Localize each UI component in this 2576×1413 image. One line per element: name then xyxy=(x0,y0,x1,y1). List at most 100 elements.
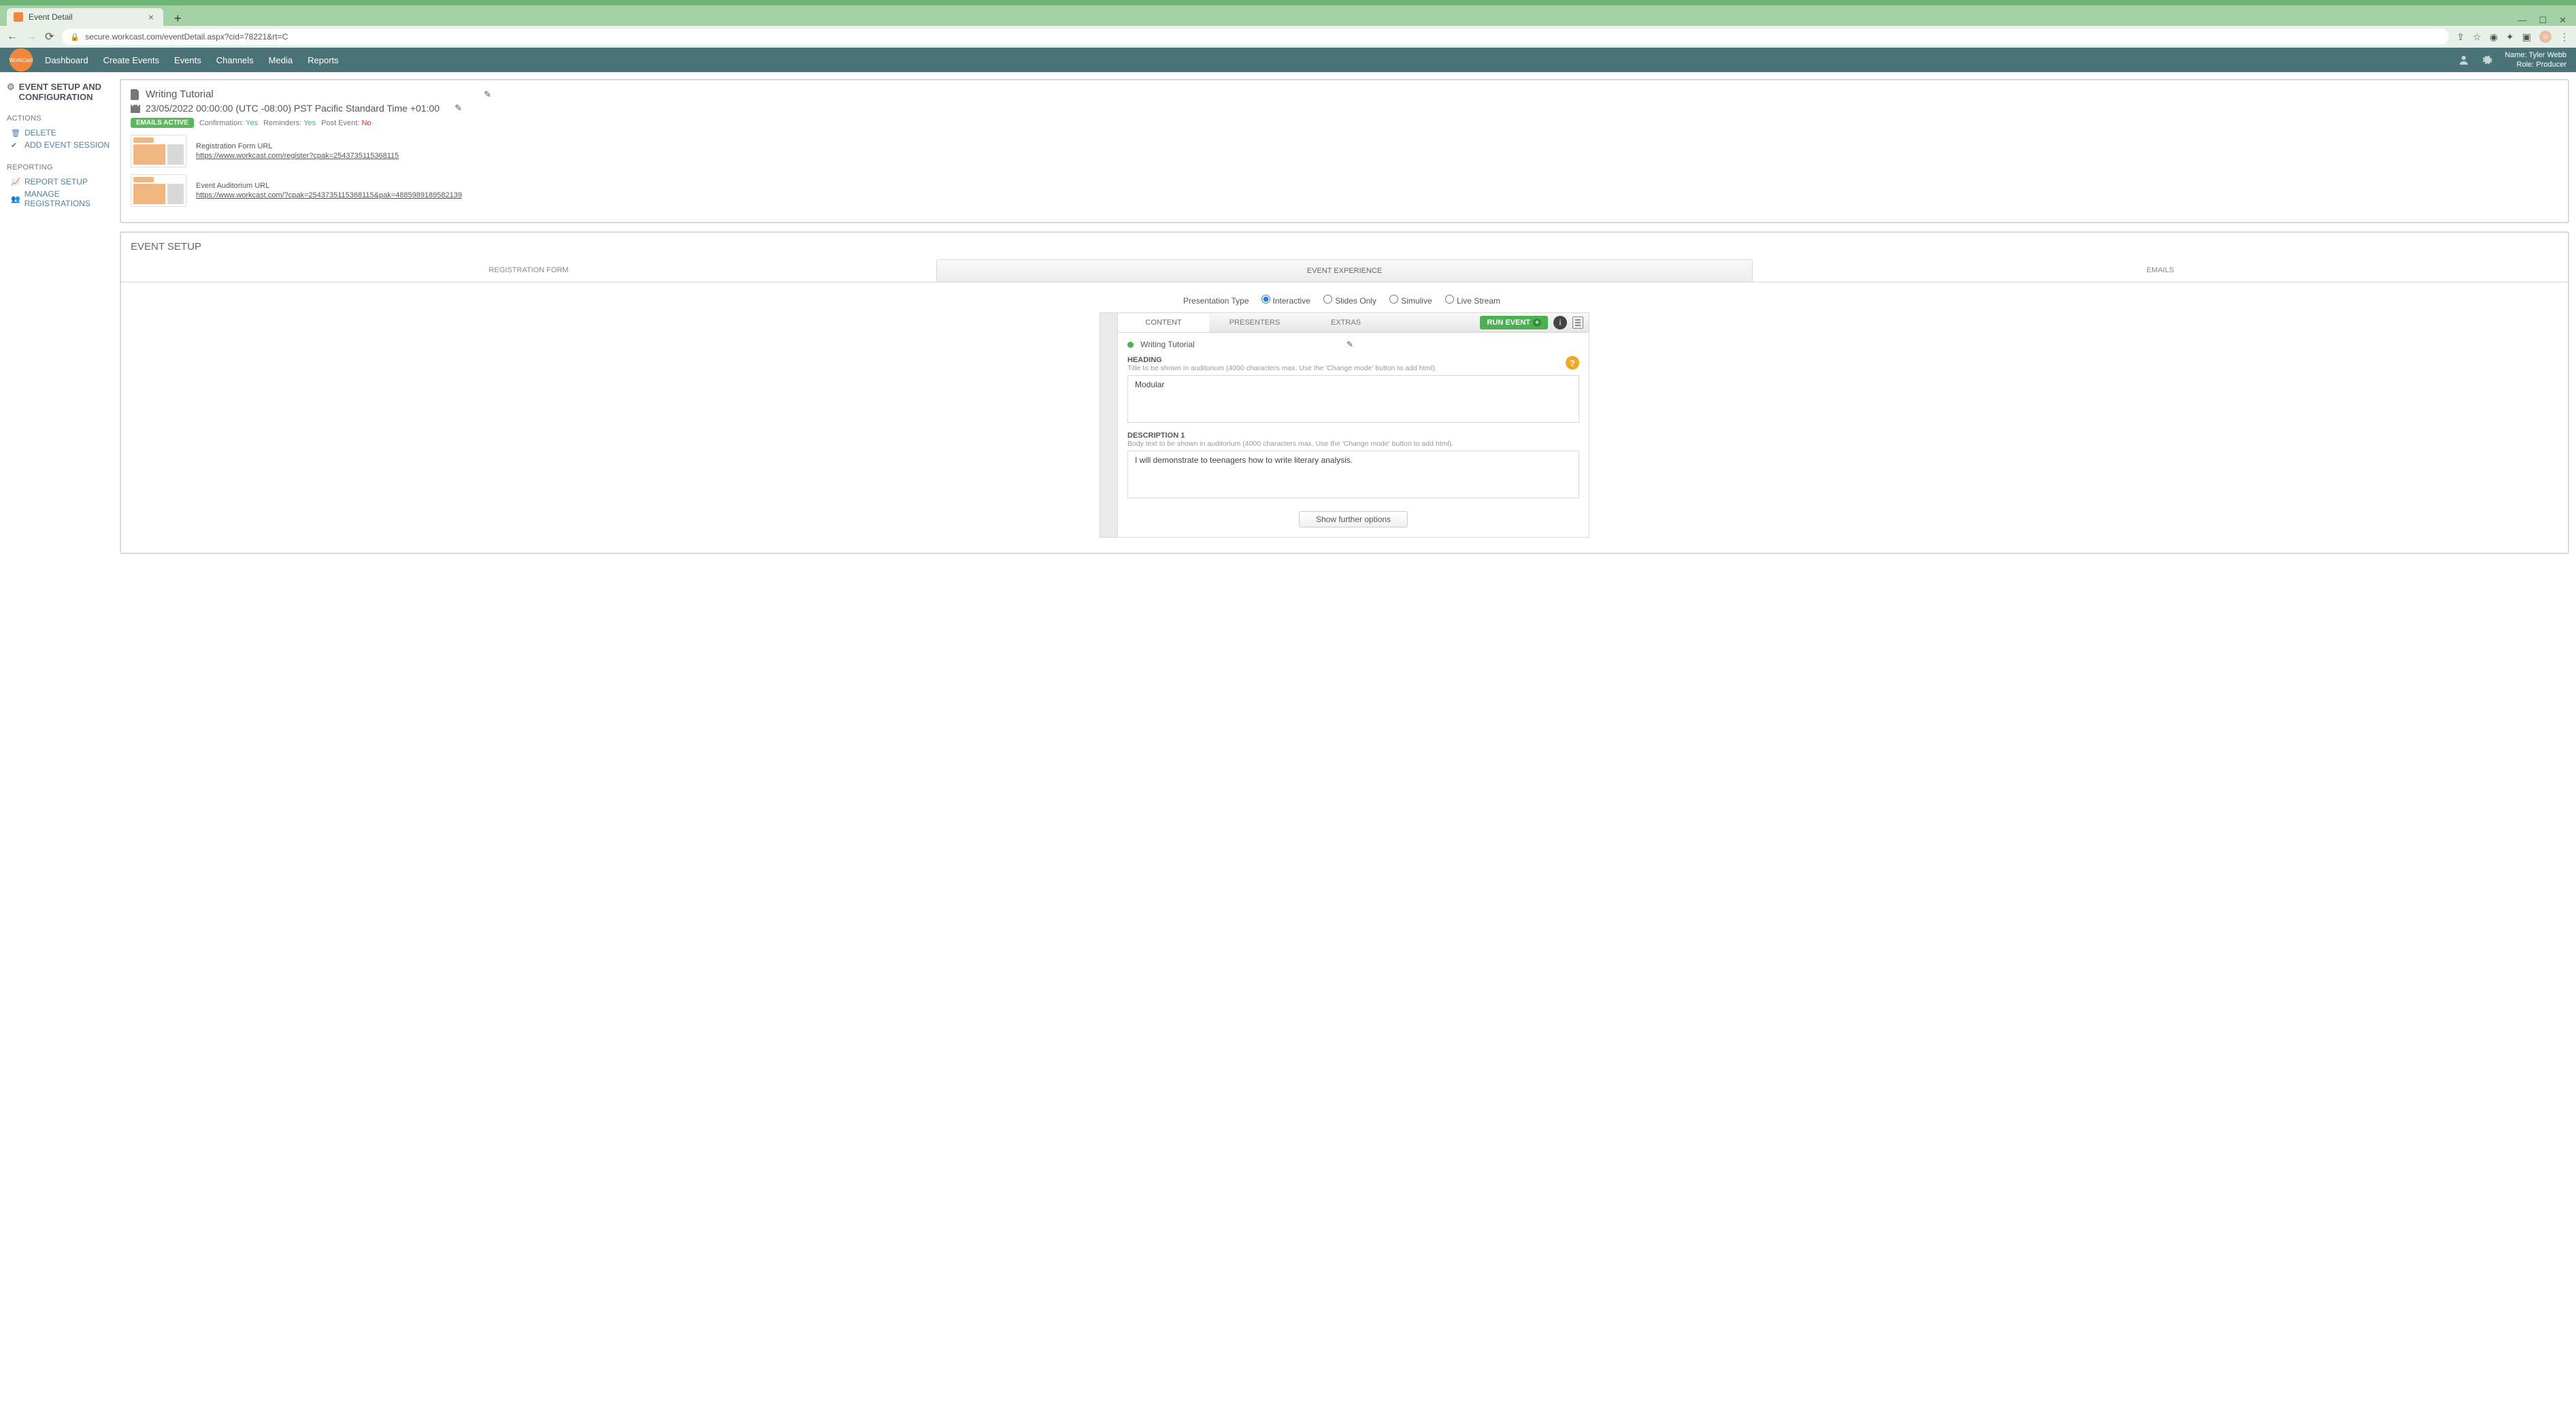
chart-icon: 📈 xyxy=(11,178,20,186)
edit-date-icon[interactable]: ✎ xyxy=(455,103,462,114)
sidebar-add-session[interactable]: ✔ ADD EVENT SESSION xyxy=(7,139,110,151)
sidebar-link-label: MANAGE REGISTRATIONS xyxy=(24,189,110,208)
user-info: Name: Tyler Webb Role: Producer xyxy=(2505,50,2566,70)
pres-type-interactive[interactable]: Interactive xyxy=(1261,296,1310,306)
window-maximize-icon[interactable]: ☐ xyxy=(2539,15,2547,26)
radio-interactive[interactable] xyxy=(1261,295,1270,304)
radio-slides[interactable] xyxy=(1323,295,1332,304)
ext1-icon[interactable]: ◉ xyxy=(2490,31,2498,43)
sidebar-title-text: EVENT SETUP AND CONFIGURATION xyxy=(19,82,110,102)
sidebar-manage-registrations[interactable]: 👥 MANAGE REGISTRATIONS xyxy=(7,188,110,210)
info-icon[interactable]: i xyxy=(1553,316,1567,329)
radio-simulive[interactable] xyxy=(1389,295,1398,304)
nav-create-events[interactable]: Create Events xyxy=(103,55,159,65)
user-role: Role: Producer xyxy=(2505,60,2566,69)
ext2-icon[interactable]: ▣ xyxy=(2522,31,2531,43)
new-tab-button[interactable]: + xyxy=(167,12,188,26)
tab-title: Event Detail xyxy=(29,12,146,22)
sidebar-link-label: DELETE xyxy=(24,128,56,137)
share-icon[interactable]: ⇪ xyxy=(2457,31,2465,43)
pres-type-livestream[interactable]: Live Stream xyxy=(1445,296,1500,306)
subtab-content[interactable]: CONTENT xyxy=(1118,313,1209,332)
profile-avatar-icon[interactable] xyxy=(2539,31,2552,43)
event-date: 23/05/2022 00:00:00 (UTC -08:00) PST Pac… xyxy=(146,103,440,114)
tab-event-experience[interactable]: EVENT EXPERIENCE xyxy=(936,259,1753,282)
event-setup-header: EVENT SETUP xyxy=(131,241,2558,253)
user-name: Name: Tyler Webb xyxy=(2505,50,2566,60)
lock-icon: 🔒 xyxy=(70,33,80,42)
presentation-type-row: Presentation Type Interactive Slides Onl… xyxy=(139,295,2550,306)
browser-tab[interactable]: Event Detail × xyxy=(7,8,163,26)
presentation-type-label: Presentation Type xyxy=(1183,296,1249,306)
emails-status-row: EMAILS ACTIVE Confirmation: Yes Reminder… xyxy=(131,118,2558,128)
sidebar-section-reporting: REPORTING xyxy=(7,163,110,172)
app-logo[interactable]: WorkCast xyxy=(10,48,33,71)
session-row: Writing Tutorial ✎ xyxy=(1127,340,1579,349)
tab-close-icon[interactable]: × xyxy=(146,12,156,22)
tab-body: Presentation Type Interactive Slides Onl… xyxy=(131,282,2558,545)
nav-media[interactable]: Media xyxy=(269,55,293,65)
user-icon[interactable] xyxy=(2458,54,2469,65)
window-minimize-icon[interactable]: — xyxy=(2517,15,2526,26)
heading-hint: Title to be shown in auditorium (4000 ch… xyxy=(1127,364,1579,372)
browser-tabs: Event Detail × + — ☐ ✕ xyxy=(0,5,2576,26)
edit-session-icon[interactable]: ✎ xyxy=(1347,340,1353,349)
event-title: Writing Tutorial xyxy=(146,88,214,100)
plus-circle-icon: + xyxy=(1533,319,1541,327)
sidebar-report-setup[interactable]: 📈 REPORT SETUP xyxy=(7,176,110,188)
calendar-icon xyxy=(131,103,140,113)
confirmation-kv: Confirmation: Yes xyxy=(199,119,258,127)
show-further-options-button[interactable]: Show further options xyxy=(1299,511,1408,527)
description-hint: Body text to be shown in auditorium (400… xyxy=(1127,440,1579,448)
menu-icon[interactable]: ⋮ xyxy=(2560,31,2569,43)
sidebar-link-label: ADD EVENT SESSION xyxy=(24,140,110,150)
users-icon: 👥 xyxy=(11,195,20,204)
url-bar[interactable]: 🔒 secure.workcast.com/eventDetail.aspx?c… xyxy=(62,29,2448,45)
session-status-dot xyxy=(1127,342,1134,348)
auditorium-url-link[interactable]: https://www.workcast.com/?cpak=254373511… xyxy=(196,191,462,199)
check-icon: ✔ xyxy=(11,141,20,150)
reload-button[interactable]: ⟳ xyxy=(45,30,54,44)
bookmark-icon[interactable]: ☆ xyxy=(2473,31,2481,43)
auditorium-url-row: Event Auditorium URL https://www.workcas… xyxy=(131,174,2558,207)
reminders-kv: Reminders: Yes xyxy=(263,119,316,127)
sidebar-delete[interactable]: 🗑 DELETE xyxy=(7,127,110,139)
nav-dashboard[interactable]: Dashboard xyxy=(45,55,88,65)
nav-events[interactable]: Events xyxy=(174,55,201,65)
description-input[interactable] xyxy=(1127,451,1579,498)
nav-reports[interactable]: Reports xyxy=(308,55,339,65)
content-sub-tabs: CONTENT PRESENTERS EXTRAS RUN EVENT + i xyxy=(1118,313,1589,333)
subtab-presenters[interactable]: PRESENTERS xyxy=(1209,313,1300,332)
emails-active-badge: EMAILS ACTIVE xyxy=(131,118,194,128)
tab-emails[interactable]: EMAILS xyxy=(1753,259,2568,282)
tab-registration-form[interactable]: REGISTRATION FORM xyxy=(121,259,936,282)
content-inner-box: CONTENT PRESENTERS EXTRAS RUN EVENT + i xyxy=(1100,312,1589,538)
radio-livestream[interactable] xyxy=(1445,295,1454,304)
forward-button[interactable]: → xyxy=(26,31,37,43)
url-text: secure.workcast.com/eventDetail.aspx?cid… xyxy=(85,32,288,42)
pres-type-slides[interactable]: Slides Only xyxy=(1323,296,1376,306)
tab-favicon xyxy=(14,12,23,22)
browser-titlebar xyxy=(0,0,2576,5)
postevent-kv: Post Event: No xyxy=(321,119,371,127)
pres-type-simulive[interactable]: Simulive xyxy=(1389,296,1432,306)
trash-icon: 🗑 xyxy=(11,129,20,137)
subtab-extras[interactable]: EXTRAS xyxy=(1300,313,1391,332)
edit-title-icon[interactable]: ✎ xyxy=(484,89,491,100)
extensions-icon[interactable]: ✦ xyxy=(2506,31,2514,43)
registration-thumb xyxy=(131,135,186,167)
run-event-button[interactable]: RUN EVENT + xyxy=(1480,316,1548,329)
window-close-icon[interactable]: ✕ xyxy=(2559,15,2566,26)
document-icon[interactable] xyxy=(1572,316,1583,329)
content-sub-body: Writing Tutorial ✎ ? HEADING Title to be… xyxy=(1118,333,1589,537)
sidebar-title: ⚙ EVENT SETUP AND CONFIGURATION xyxy=(7,82,110,102)
heading-input[interactable] xyxy=(1127,375,1579,423)
description-label: DESCRIPTION 1 xyxy=(1127,432,1579,440)
nav-channels[interactable]: Channels xyxy=(216,55,254,65)
gear-icon[interactable] xyxy=(2481,54,2492,65)
back-button[interactable]: ← xyxy=(7,31,18,43)
event-setup-panel: EVENT SETUP REGISTRATION FORM EVENT EXPE… xyxy=(120,231,2569,554)
sidebar: ⚙ EVENT SETUP AND CONFIGURATION ACTIONS … xyxy=(0,72,117,569)
help-icon[interactable]: ? xyxy=(1566,356,1579,370)
registration-url-link[interactable]: https://www.workcast.com/register?cpak=2… xyxy=(196,152,399,160)
